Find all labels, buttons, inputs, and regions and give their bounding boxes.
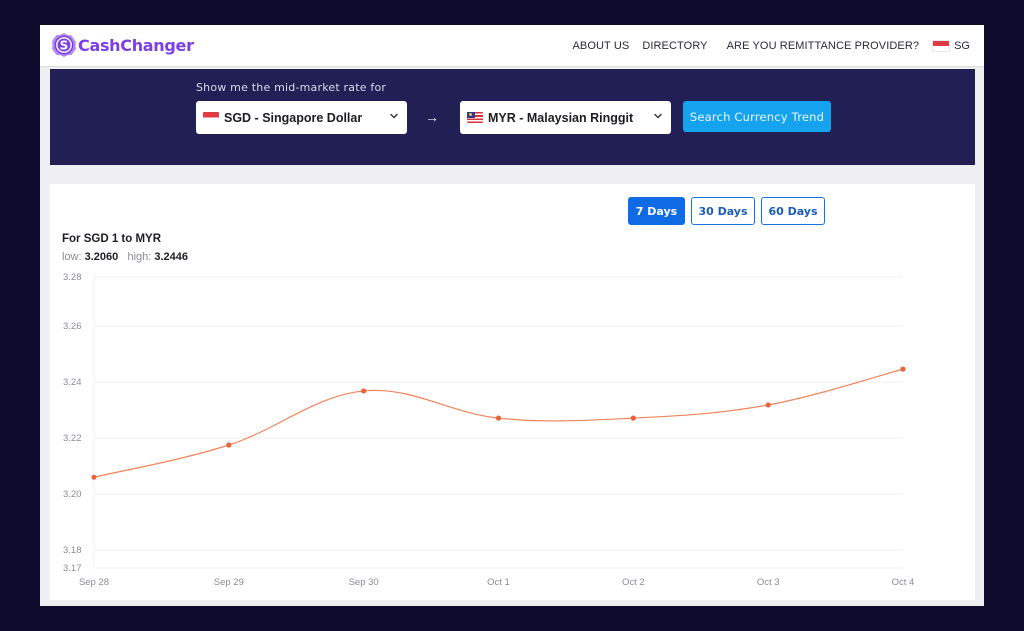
y-tick-label: 3.24 — [63, 377, 82, 388]
scrollbar[interactable] — [975, 68, 984, 606]
x-tick-label: Oct 2 — [622, 577, 645, 588]
y-tick-label: 3.17 — [63, 563, 82, 574]
malaysia-flag-icon — [467, 112, 483, 123]
series-line — [93, 368, 904, 478]
x-tick-label: Oct 3 — [757, 577, 780, 588]
nav-directory[interactable]: DIRECTORY — [642, 40, 707, 52]
nav-links: ABOUT US DIRECTORY ARE YOU REMITTANCE PR… — [572, 25, 970, 67]
logo[interactable]: S CashChanger — [51, 32, 194, 58]
y-tick-label: 3.20 — [63, 489, 82, 500]
data-point-oct-4[interactable] — [900, 366, 906, 372]
data-point-oct-3[interactable] — [765, 402, 771, 408]
data-points — [91, 366, 906, 480]
to-currency-value: MYR - Malaysian Ringgit — [488, 110, 634, 125]
svg-text:S: S — [60, 39, 69, 53]
data-point-sep-28[interactable] — [91, 474, 97, 480]
coin-logo-icon: S — [52, 33, 76, 57]
nav-about-us[interactable]: ABOUT US — [572, 40, 629, 52]
browser-page: S CashChanger ABOUT US DIRECTORY ARE YOU… — [40, 25, 984, 606]
y-axis-ticks: 3.28 3.26 3.24 3.22 3.20 3.18 3.17 — [63, 272, 82, 574]
chart-card: 7 Days 30 Days 60 Days For SGD 1 to MYR … — [50, 184, 975, 600]
converter-label: Show me the mid-market rate for — [196, 81, 387, 94]
to-currency-select[interactable]: MYR - Malaysian Ringgit — [460, 101, 671, 134]
data-point-sep-30[interactable] — [361, 388, 367, 394]
search-currency-trend-button[interactable]: Search Currency Trend — [683, 101, 831, 132]
y-tick-label: 3.18 — [63, 545, 82, 556]
data-point-oct-2[interactable] — [630, 415, 636, 421]
currency-search-banner: Show me the mid-market rate for SGD - Si… — [50, 69, 975, 165]
locale-selector[interactable]: SG — [932, 40, 970, 52]
locale-label: SG — [954, 40, 970, 52]
rate-line-chart: 3.283.263.243.223.203.183.17 Sep 28 Sep 2… — [63, 272, 914, 588]
y-tick-label: 3.22 — [63, 433, 82, 444]
from-currency-select[interactable]: SGD - Singapore Dollar — [196, 101, 407, 134]
singapore-flag-icon — [203, 112, 219, 123]
x-tick-label: Oct 4 — [892, 577, 915, 588]
arrow-right-icon: → — [425, 109, 439, 125]
y-tick-label: 3.28 — [63, 272, 82, 283]
chevron-down-icon — [654, 113, 662, 119]
navbar: S CashChanger ABOUT US DIRECTORY ARE YOU… — [40, 25, 984, 67]
x-tick-label: Sep 29 — [214, 577, 244, 588]
brand-name: CashChanger — [78, 35, 194, 55]
data-point-sep-29[interactable] — [226, 442, 232, 448]
chevron-down-icon — [390, 113, 398, 119]
from-currency-value: SGD - Singapore Dollar — [224, 110, 363, 125]
x-tick-label: Oct 1 — [487, 577, 510, 588]
grid-lines — [93, 276, 903, 569]
x-tick-label: Sep 28 — [79, 577, 109, 588]
singapore-flag-icon — [932, 40, 951, 52]
x-tick-label: Sep 30 — [349, 577, 379, 588]
y-tick-label: 3.26 — [63, 321, 82, 332]
data-point-oct-1[interactable] — [495, 415, 502, 421]
x-axis-ticks: Sep 28 Sep 29 Sep 30 Oct 1 Oct 2 Oct 3 Oct 4 — [79, 577, 914, 588]
nav-remittance-provider[interactable]: ARE YOU REMITTANCE PROVIDER? — [727, 40, 919, 52]
